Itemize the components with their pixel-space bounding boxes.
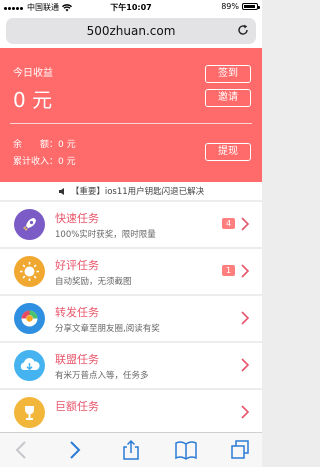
chevron-right-icon bbox=[241, 405, 250, 419]
total-income-value: 0 元 bbox=[58, 157, 76, 167]
bookmarks-icon[interactable] bbox=[174, 439, 198, 461]
earnings-panel: 今日收益 0 元 签到 邀请 余 额：0 元 累计收入：0 元 提现 bbox=[0, 48, 262, 182]
task-subtitle: 100%实时获奖，限时限量 bbox=[55, 230, 156, 240]
balance-value: 0 元 bbox=[58, 140, 76, 150]
task-count-badge: 1 bbox=[222, 265, 235, 276]
status-bar: 中国联通 下午10:07 89% bbox=[0, 0, 262, 14]
back-icon[interactable] bbox=[10, 439, 34, 461]
reload-icon[interactable] bbox=[236, 23, 250, 37]
sign-in-button[interactable]: 签到 bbox=[205, 65, 251, 83]
chevron-right-icon bbox=[241, 217, 250, 231]
task-title: 好评任务 bbox=[55, 259, 99, 272]
task-subtitle: 自动奖励，无须截图 bbox=[55, 277, 132, 287]
task-title: 联盟任务 bbox=[55, 353, 99, 366]
share-icon[interactable] bbox=[119, 439, 143, 461]
browser-toolbar bbox=[0, 432, 262, 467]
task-item-share[interactable]: 转发任务 分享文章至朋友圈,阅读有奖 bbox=[0, 296, 262, 341]
task-item-quick[interactable]: 快速任务 100%实时获奖，限时限量 4 bbox=[0, 202, 262, 247]
task-item-review[interactable]: 好评任务 自动奖励，无须截图 1 bbox=[0, 249, 262, 294]
task-subtitle: 有米万普点入等，任务多 bbox=[55, 371, 149, 381]
trophy-icon bbox=[14, 397, 45, 428]
withdraw-button[interactable]: 提现 bbox=[205, 143, 251, 161]
task-item-huge[interactable]: 巨额任务 bbox=[0, 390, 262, 435]
cloud-download-icon bbox=[14, 350, 45, 381]
task-subtitle: 分享文章至朋友圈,阅读有奖 bbox=[55, 324, 160, 334]
header-divider bbox=[10, 123, 252, 124]
sun-icon bbox=[14, 256, 45, 287]
task-title: 巨额任务 bbox=[55, 400, 99, 413]
rocket-icon bbox=[14, 209, 45, 240]
task-count-badge: 4 bbox=[222, 218, 235, 229]
notice-bar[interactable]: 【重要】ios11用户钥匙闪退已解决 bbox=[0, 182, 262, 200]
share-circle-icon bbox=[14, 303, 45, 334]
task-title: 快速任务 bbox=[55, 212, 99, 225]
today-earnings-value: 0 元 bbox=[13, 88, 53, 112]
invite-button[interactable]: 邀请 bbox=[205, 89, 251, 107]
chevron-right-icon bbox=[241, 311, 250, 325]
total-income-label: 累计收入： bbox=[13, 157, 59, 167]
status-right: 89% bbox=[221, 2, 260, 11]
today-earnings-label: 今日收益 bbox=[13, 68, 53, 79]
chevron-right-icon bbox=[241, 358, 250, 372]
battery-icon bbox=[242, 3, 260, 10]
speaker-icon bbox=[58, 187, 64, 195]
url-text: 500zhuan.com bbox=[86, 24, 176, 38]
tabs-icon[interactable] bbox=[228, 439, 252, 461]
task-item-alliance[interactable]: 联盟任务 有米万普点入等，任务多 bbox=[0, 343, 262, 388]
forward-icon[interactable] bbox=[62, 439, 86, 461]
notice-text: 【重要】ios11用户钥匙闪退已解决 bbox=[70, 187, 205, 197]
browser-header: 500zhuan.com bbox=[0, 14, 262, 48]
task-title: 转发任务 bbox=[55, 306, 99, 319]
total-income-row: 累计收入：0 元 bbox=[13, 154, 76, 167]
balance-label: 余 额： bbox=[13, 140, 59, 150]
chevron-right-icon bbox=[241, 264, 250, 278]
battery-percent: 89% bbox=[221, 2, 239, 11]
balance-row: 余 额：0 元 bbox=[13, 137, 76, 150]
address-bar[interactable]: 500zhuan.com bbox=[6, 18, 256, 44]
